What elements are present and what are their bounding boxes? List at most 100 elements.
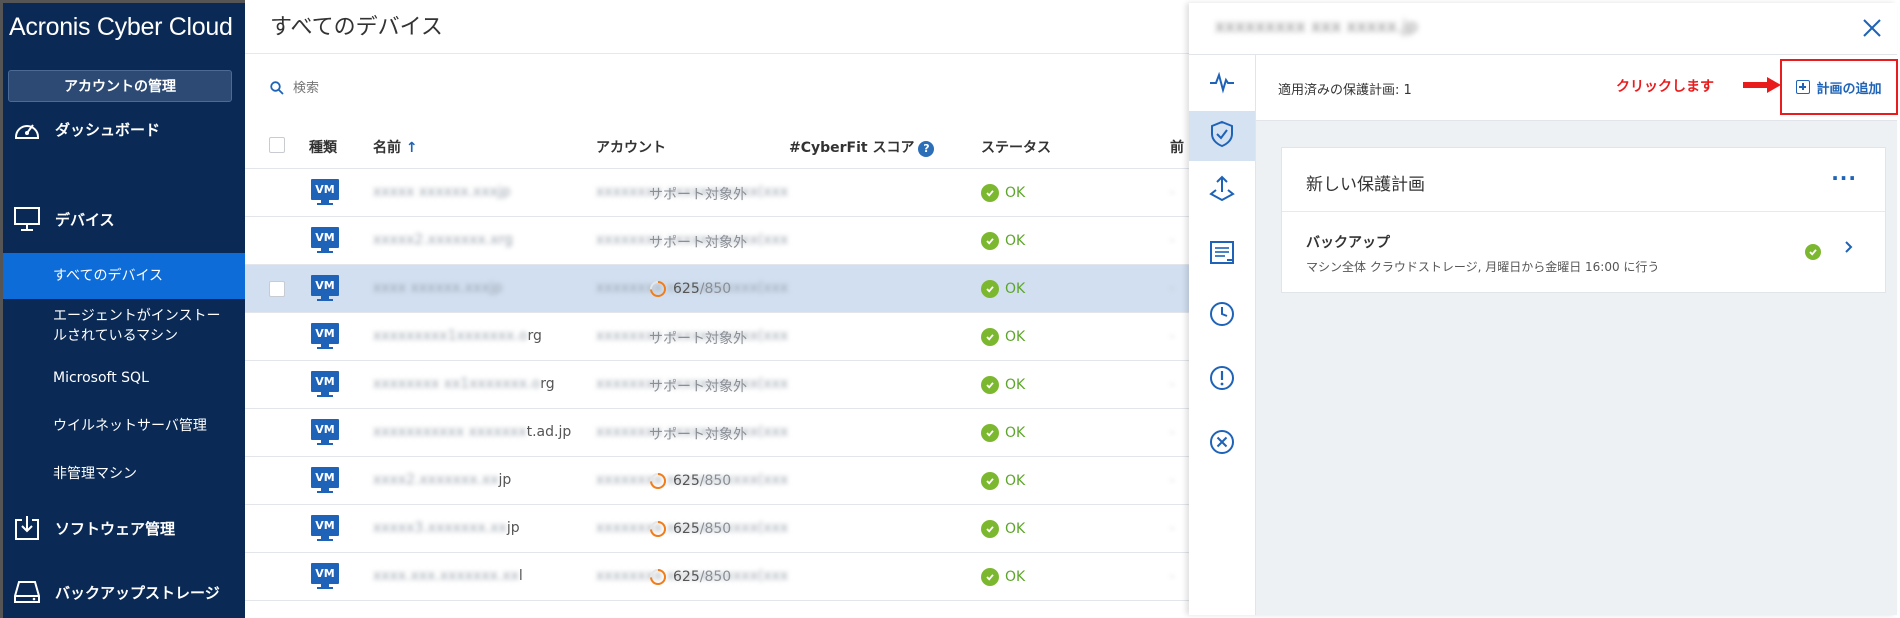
device-name[interactable]: xxxx xxxxxx.xxxjp bbox=[373, 280, 502, 296]
arrow-right-icon bbox=[1743, 77, 1781, 97]
table-row[interactable]: VM xxxxxxxx xx1xxxxxxx.org xxxxxxxx xxxxxx… bbox=[245, 361, 1189, 409]
score-max: /850 bbox=[699, 521, 732, 537]
device-name[interactable]: xxxxx3.xxxxxxx.xxjp bbox=[373, 520, 520, 536]
row-checkbox[interactable] bbox=[269, 281, 285, 297]
nav-backup-storage[interactable]: バックアップストレージ bbox=[3, 570, 245, 614]
table-header: 種類 名前 ↑ アカウント #CyberFit スコア? ステータス 前 bbox=[245, 121, 1189, 169]
virtual-machine-icon: VM bbox=[311, 227, 339, 253]
column-status[interactable]: ステータス bbox=[981, 137, 1051, 157]
status-badge: OK bbox=[981, 568, 1025, 586]
virtual-machine-icon: VM bbox=[311, 275, 339, 301]
add-plan-button[interactable]: 計画の追加 bbox=[1780, 59, 1898, 115]
score-value: 625 bbox=[673, 473, 700, 489]
sidebar: Acronis Cyber Cloud アカウントの管理 ダッシュボード デバイ… bbox=[0, 0, 245, 618]
close-icon[interactable] bbox=[1857, 13, 1887, 43]
report-list-icon bbox=[1208, 238, 1236, 270]
device-name[interactable]: xxxx2.xxxxxxx.xxjp bbox=[373, 472, 511, 488]
tab-activity[interactable] bbox=[1189, 59, 1255, 109]
page-title: すべてのデバイス bbox=[270, 15, 443, 40]
nav-dashboard[interactable]: ダッシュボード bbox=[3, 107, 245, 151]
sidebar-item-microsoft-sql[interactable]: Microsoft SQL bbox=[3, 366, 245, 390]
cyberfit-score: 625/850 bbox=[649, 472, 731, 490]
panel-header: xxxxxxxxx xxx xxxxx.jp bbox=[1189, 3, 1897, 55]
cyberfit-score: サポート対象外 bbox=[649, 187, 747, 203]
alert-exclamation-icon bbox=[1208, 364, 1236, 396]
table-row[interactable]: VM xxxxxxxxx1xxxxxxx.org xxxxxxxx xxxxxxxx… bbox=[245, 313, 1189, 361]
table-row[interactable]: VM xxxxxxxxxxx xxxxxxxt.ad.jp xxxxxxxx xxx… bbox=[245, 409, 1189, 457]
score-value: 625 bbox=[673, 569, 700, 585]
tab-delete[interactable] bbox=[1189, 419, 1255, 469]
sidebar-item-server-management[interactable]: ウイルネットサーバ管理 bbox=[3, 414, 245, 438]
backup-row[interactable]: バックアップ マシン全体 クラウドストレージ, 月曜日から金曜日 16:00 に… bbox=[1282, 212, 1885, 292]
nav-devices[interactable]: デバイス bbox=[3, 197, 245, 241]
table-row[interactable]: VM xxxxx3.xxxxxxx.xxjp xxxxxxxx xxxxxxxxxx… bbox=[245, 505, 1189, 553]
status-badge: OK bbox=[981, 184, 1025, 202]
cyberfit-score: 625/850 bbox=[649, 280, 731, 298]
score-ring-icon bbox=[650, 281, 666, 297]
extra-column-value: - bbox=[1170, 185, 1175, 199]
applied-plans-count: 適用済みの保護計画: 1 bbox=[1278, 83, 1412, 98]
device-name[interactable]: xxxxx2.xxxxxxx.xrg bbox=[373, 232, 513, 248]
extra-column-value: - bbox=[1170, 521, 1175, 535]
panel-device-name: xxxxxxxxx xxx xxxxx.jp bbox=[1215, 17, 1418, 37]
device-name[interactable]: xxxxxxxxxxx xxxxxxxt.ad.jp bbox=[373, 424, 571, 440]
sidebar-item-all-devices[interactable]: すべてのデバイス bbox=[3, 253, 245, 299]
score-value: 625 bbox=[673, 281, 700, 297]
table-row[interactable]: VM xxxx2.xxxxxxx.xxjp xxxxxxxx xxxxxxxxxxx… bbox=[245, 457, 1189, 505]
more-options-icon[interactable]: ··· bbox=[1831, 166, 1857, 190]
plan-card-header: 新しい保護計画 ··· bbox=[1282, 148, 1885, 212]
ok-check-icon bbox=[981, 520, 999, 538]
sidebar-item-agent-machines[interactable]: エージェントがインストールされているマシン bbox=[3, 303, 233, 349]
backup-description: マシン全体 クラウドストレージ, 月曜日から金曜日 16:00 に行う bbox=[1306, 260, 1660, 274]
table-row[interactable]: VM xxxx.xxx.xxxxxxx.xxl xxxxxxxx xxxxxxxxx… bbox=[245, 553, 1189, 601]
extra-column-value: - bbox=[1170, 569, 1175, 583]
extra-column-value: - bbox=[1170, 425, 1175, 439]
column-cyberfit[interactable]: #CyberFit スコア? bbox=[789, 137, 935, 157]
sort-ascending-icon: ↑ bbox=[405, 140, 418, 156]
column-extra[interactable]: 前 bbox=[1170, 137, 1184, 157]
table-row[interactable]: VM xxxxx2.xxxxxxx.xrg xxxxxxxx xxxxxxxxxxx… bbox=[245, 217, 1189, 265]
ok-check-icon bbox=[981, 424, 999, 442]
tab-recovery[interactable] bbox=[1189, 165, 1255, 215]
help-icon[interactable]: ? bbox=[918, 141, 935, 157]
ok-check-icon bbox=[981, 232, 999, 250]
device-name[interactable]: xxxxxxxx xx1xxxxxxx.org bbox=[373, 376, 555, 392]
chevron-right-icon[interactable] bbox=[1842, 240, 1854, 258]
tab-protection[interactable] bbox=[1189, 111, 1255, 161]
device-details-panel: xxxxxxxxx xxx xxxxx.jp 適用済みの保護計画: 1 クリック… bbox=[1189, 3, 1898, 615]
nav-software-management[interactable]: ソフトウェア管理 bbox=[3, 506, 245, 550]
storage-drive-icon bbox=[7, 576, 47, 608]
status-badge: OK bbox=[981, 424, 1025, 442]
tab-history[interactable] bbox=[1189, 291, 1255, 341]
device-name[interactable]: xxxxx xxxxxx.xxxjp bbox=[373, 184, 511, 200]
table-row[interactable]: VM xxxx xxxxxx.xxxjp xxxxxxxx xxxxxxxxxxx(… bbox=[245, 265, 1189, 313]
backup-title: バックアップ bbox=[1306, 235, 1390, 251]
tab-alerts[interactable] bbox=[1189, 355, 1255, 405]
add-square-icon bbox=[1796, 80, 1811, 94]
main-content: すべてのデバイス 種類 名前 ↑ アカウント #CyberFit スコア? ステ… bbox=[245, 3, 1189, 615]
recovery-upload-icon bbox=[1208, 174, 1236, 206]
download-tray-icon bbox=[7, 512, 47, 544]
backup-ok-icon bbox=[1805, 244, 1821, 260]
column-name[interactable]: 名前 ↑ bbox=[373, 137, 418, 157]
extra-column-value: - bbox=[1170, 377, 1175, 391]
tab-reports[interactable] bbox=[1189, 229, 1255, 279]
add-plan-label: 計画の追加 bbox=[1816, 81, 1882, 97]
extra-column-value: - bbox=[1170, 233, 1175, 247]
table-row[interactable]: VM xxxxx xxxxxx.xxxjp xxxxxxxx xxxxxxxxxxx… bbox=[245, 169, 1189, 217]
virtual-machine-icon: VM bbox=[311, 515, 339, 541]
cyberfit-score: サポート対象外 bbox=[649, 235, 747, 251]
column-account[interactable]: アカウント bbox=[596, 137, 666, 157]
score-value: 625 bbox=[673, 521, 700, 537]
score-ring-icon bbox=[650, 473, 666, 489]
select-all-checkbox[interactable] bbox=[269, 137, 285, 153]
column-type[interactable]: 種類 bbox=[309, 137, 337, 157]
virtual-machine-icon: VM bbox=[311, 323, 339, 349]
search-input[interactable] bbox=[293, 76, 693, 100]
account-management-button[interactable]: アカウントの管理 bbox=[8, 70, 232, 102]
sidebar-item-unmanaged[interactable]: 非管理マシン bbox=[3, 462, 245, 486]
device-name[interactable]: xxxxxxxxx1xxxxxxx.org bbox=[373, 328, 542, 344]
device-name[interactable]: xxxx.xxx.xxxxxxx.xxl bbox=[373, 568, 523, 584]
ok-check-icon bbox=[981, 184, 999, 202]
status-badge: OK bbox=[981, 328, 1025, 346]
